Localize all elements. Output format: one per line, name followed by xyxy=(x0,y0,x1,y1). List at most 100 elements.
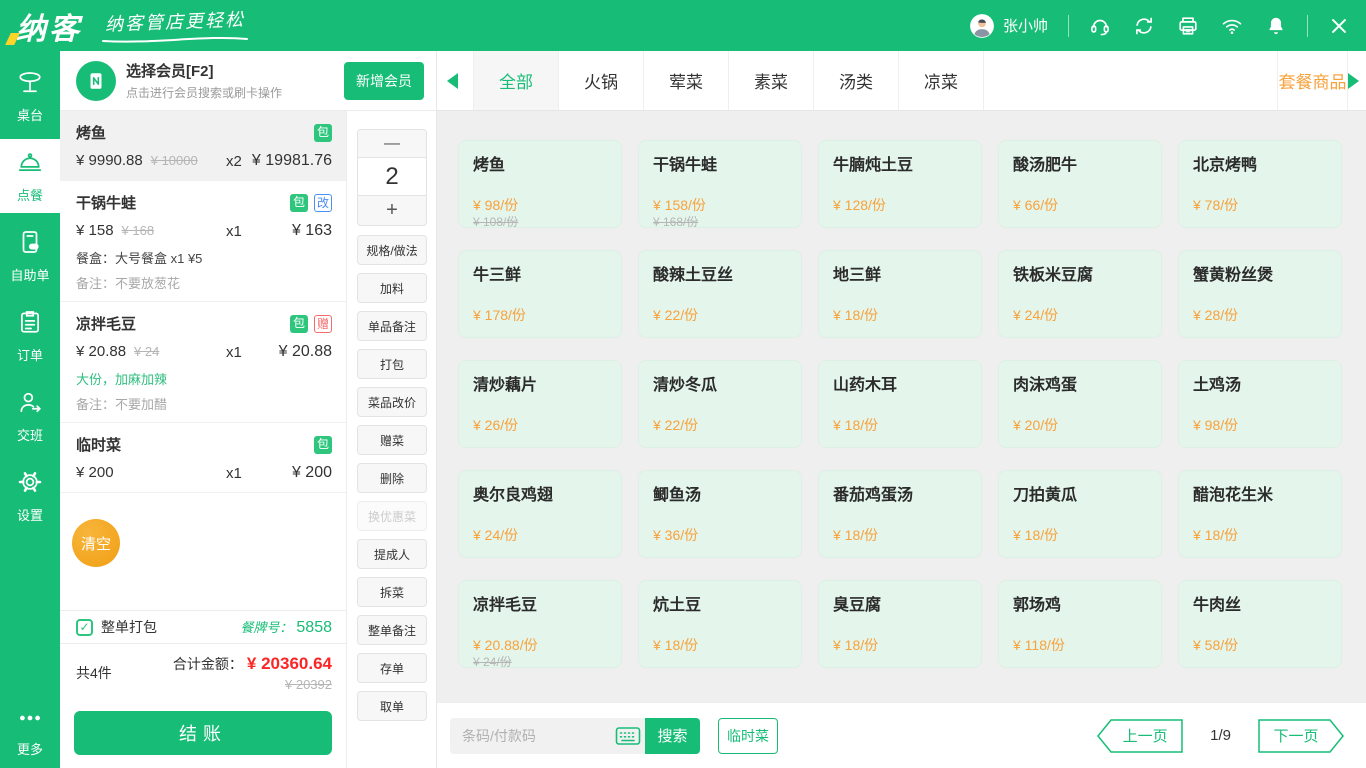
menu-item[interactable]: 蟹黄粉丝煲¥ 28/份 xyxy=(1178,250,1342,338)
add-member-button[interactable]: 新增会员 xyxy=(344,62,424,100)
action-button[interactable]: 整单备注 xyxy=(357,615,427,645)
search-button[interactable]: 搜索 xyxy=(645,718,700,754)
menu-item[interactable]: 酸辣土豆丝¥ 22/份 xyxy=(638,250,802,338)
item-old-price: ¥ 24 xyxy=(134,344,159,359)
temp-dish-button[interactable]: 临时菜 xyxy=(718,718,778,754)
menu-item[interactable]: 铁板米豆腐¥ 24/份 xyxy=(998,250,1162,338)
printer-icon[interactable] xyxy=(1177,15,1199,37)
menu-item[interactable]: 臭豆腐¥ 18/份 xyxy=(818,580,982,668)
menu-item[interactable]: 牛三鲜¥ 178/份 xyxy=(458,250,622,338)
item-name: 烤鱼 xyxy=(76,122,314,143)
menu-item-price: ¥ 118/份 xyxy=(1013,635,1065,655)
pack-checkbox[interactable] xyxy=(76,619,93,636)
sidebar-item[interactable]: 交班 xyxy=(0,379,60,453)
menu-item[interactable]: 干锅牛蛙¥ 158/份¥ 168/份 xyxy=(638,140,802,228)
sync-icon[interactable] xyxy=(1133,15,1155,37)
qty-value: 2 xyxy=(357,158,427,195)
menu-item-name: 刀拍黄瓜 xyxy=(1013,481,1077,505)
menu-item[interactable]: 山药木耳¥ 18/份 xyxy=(818,360,982,448)
action-button[interactable]: 规格/做法 xyxy=(357,235,427,265)
cart-item[interactable]: 烤鱼包¥ 9990.88¥ 10000x2¥ 19981.76 xyxy=(60,111,346,181)
wifi-icon[interactable] xyxy=(1221,15,1243,37)
clear-button[interactable]: 清空 xyxy=(72,519,120,567)
menu-item[interactable]: 地三鲜¥ 18/份 xyxy=(818,250,982,338)
sidebar-item[interactable]: 点餐 xyxy=(0,139,60,213)
menu-item[interactable]: 北京烤鸭¥ 78/份 xyxy=(1178,140,1342,228)
checkout-button[interactable]: 结账 xyxy=(74,711,332,755)
sidebar-item[interactable]: 自助单 xyxy=(0,219,60,293)
tab-combo[interactable]: 套餐商品 xyxy=(1277,51,1348,110)
action-button[interactable]: 取单 xyxy=(357,691,427,721)
menu-item-name: 牛肉丝 xyxy=(1193,591,1241,615)
sidebar-item[interactable]: 桌台 xyxy=(0,59,60,133)
menu-item-name: 奥尔良鸡翅 xyxy=(473,481,553,505)
menu-item[interactable]: 凉拌毛豆¥ 20.88/份¥ 24/份 xyxy=(458,580,622,668)
menu-item-name: 肉沫鸡蛋 xyxy=(1013,371,1077,395)
pack-badge: 包 xyxy=(314,436,332,454)
category-tab[interactable]: 火锅 xyxy=(559,51,644,110)
tabs-scroll-right-icon[interactable] xyxy=(1348,73,1359,89)
menu-item[interactable]: 醋泡花生米¥ 18/份 xyxy=(1178,470,1342,558)
menu-item[interactable]: 肉沫鸡蛋¥ 20/份 xyxy=(998,360,1162,448)
close-icon[interactable] xyxy=(1328,15,1350,37)
menu-item-price: ¥ 128/份 xyxy=(833,195,886,215)
next-page-button[interactable]: 下一页 xyxy=(1258,719,1344,753)
cart-item[interactable]: 凉拌毛豆包赠¥ 20.88¥ 24x1¥ 20.88大份，加麻加辣备注：不要加醋 xyxy=(60,302,346,423)
menu-item-price: ¥ 18/份 xyxy=(833,415,878,435)
action-button[interactable]: 拆菜 xyxy=(357,577,427,607)
menu-item[interactable]: 牛腩炖土豆¥ 128/份 xyxy=(818,140,982,228)
sidebar-item-more[interactable]: 更多 xyxy=(0,705,60,758)
totals-row: 共4件 合计金额：¥ 20360.64 ¥ 20392 xyxy=(60,643,346,701)
cart-item[interactable]: 临时菜包¥ 200x1¥ 200 xyxy=(60,423,346,493)
barcode-input[interactable] xyxy=(450,728,615,744)
menu-item[interactable]: 清炒冬瓜¥ 22/份 xyxy=(638,360,802,448)
menu-item[interactable]: 酸汤肥牛¥ 66/份 xyxy=(998,140,1162,228)
menu-item[interactable]: 烤鱼¥ 98/份¥ 108/份 xyxy=(458,140,622,228)
prev-page-button[interactable]: 上一页 xyxy=(1097,719,1183,753)
action-button[interactable]: 提成人 xyxy=(357,539,427,569)
menu-item[interactable]: 番茄鸡蛋汤¥ 18/份 xyxy=(818,470,982,558)
action-button[interactable]: 删除 xyxy=(357,463,427,493)
menu-item-price: ¥ 58/份 xyxy=(1193,635,1238,655)
menu-item-name: 烤鱼 xyxy=(473,151,505,175)
action-button[interactable]: 单品备注 xyxy=(357,311,427,341)
sidebar: 桌台点餐自助单订单交班设置 更多 xyxy=(0,51,60,768)
menu-item[interactable]: 奥尔良鸡翅¥ 24/份 xyxy=(458,470,622,558)
qty-plus-button[interactable]: + xyxy=(357,195,427,226)
member-select[interactable]: 选择会员[F2] 点击进行会员搜索或刷卡操作 新增会员 xyxy=(60,51,436,111)
sidebar-item[interactable]: 订单 xyxy=(0,299,60,373)
item-total: ¥ 20.88 xyxy=(279,343,332,361)
action-button[interactable]: 打包 xyxy=(357,349,427,379)
action-button[interactable]: 存单 xyxy=(357,653,427,683)
menu-item[interactable]: 鲫鱼汤¥ 36/份 xyxy=(638,470,802,558)
menu-item[interactable]: 炕土豆¥ 18/份 xyxy=(638,580,802,668)
menu-item-price: ¥ 98/份 xyxy=(1193,415,1238,435)
category-tab[interactable]: 全部 xyxy=(474,51,559,110)
category-tab[interactable]: 凉菜 xyxy=(899,51,984,110)
action-button[interactable]: 赠菜 xyxy=(357,425,427,455)
cart-item[interactable]: 干锅牛蛙包改¥ 158¥ 168x1¥ 163餐盒：大号餐盒 x1 ¥5备注：不… xyxy=(60,181,346,302)
category-tab[interactable]: 汤类 xyxy=(814,51,899,110)
menu-item-price: ¥ 18/份 xyxy=(833,305,878,325)
user-profile[interactable]: 张小帅 xyxy=(969,13,1048,39)
action-button[interactable]: 菜品改价 xyxy=(357,387,427,417)
menu-item[interactable]: 牛肉丝 ¥ 58/份 xyxy=(1178,580,1342,668)
menu-item-name: 凉拌毛豆 xyxy=(473,591,537,615)
menu-item[interactable]: 刀拍黄瓜¥ 18/份 xyxy=(998,470,1162,558)
menu-item[interactable]: 土鸡汤¥ 98/份 xyxy=(1178,360,1342,448)
sidebar-item[interactable]: 设置 xyxy=(0,459,60,533)
menu-item[interactable]: 清炒藕片¥ 26/份 xyxy=(458,360,622,448)
bell-icon[interactable] xyxy=(1265,15,1287,37)
menu-item-name: 牛三鲜 xyxy=(473,261,521,285)
menu-item[interactable]: 郭场鸡¥ 118/份 xyxy=(998,580,1162,668)
qty-minus-button[interactable]: — xyxy=(357,129,427,158)
menu-item-price: ¥ 22/份 xyxy=(653,305,698,325)
topbar-icons xyxy=(1089,15,1287,37)
category-tab[interactable]: 素菜 xyxy=(729,51,814,110)
topbar-divider xyxy=(1068,15,1069,37)
tabs-scroll-left-icon[interactable] xyxy=(447,73,458,89)
category-tab[interactable]: 荤菜 xyxy=(644,51,729,110)
action-button[interactable]: 加料 xyxy=(357,273,427,303)
keyboard-icon[interactable] xyxy=(615,726,645,746)
support-icon[interactable] xyxy=(1089,15,1111,37)
